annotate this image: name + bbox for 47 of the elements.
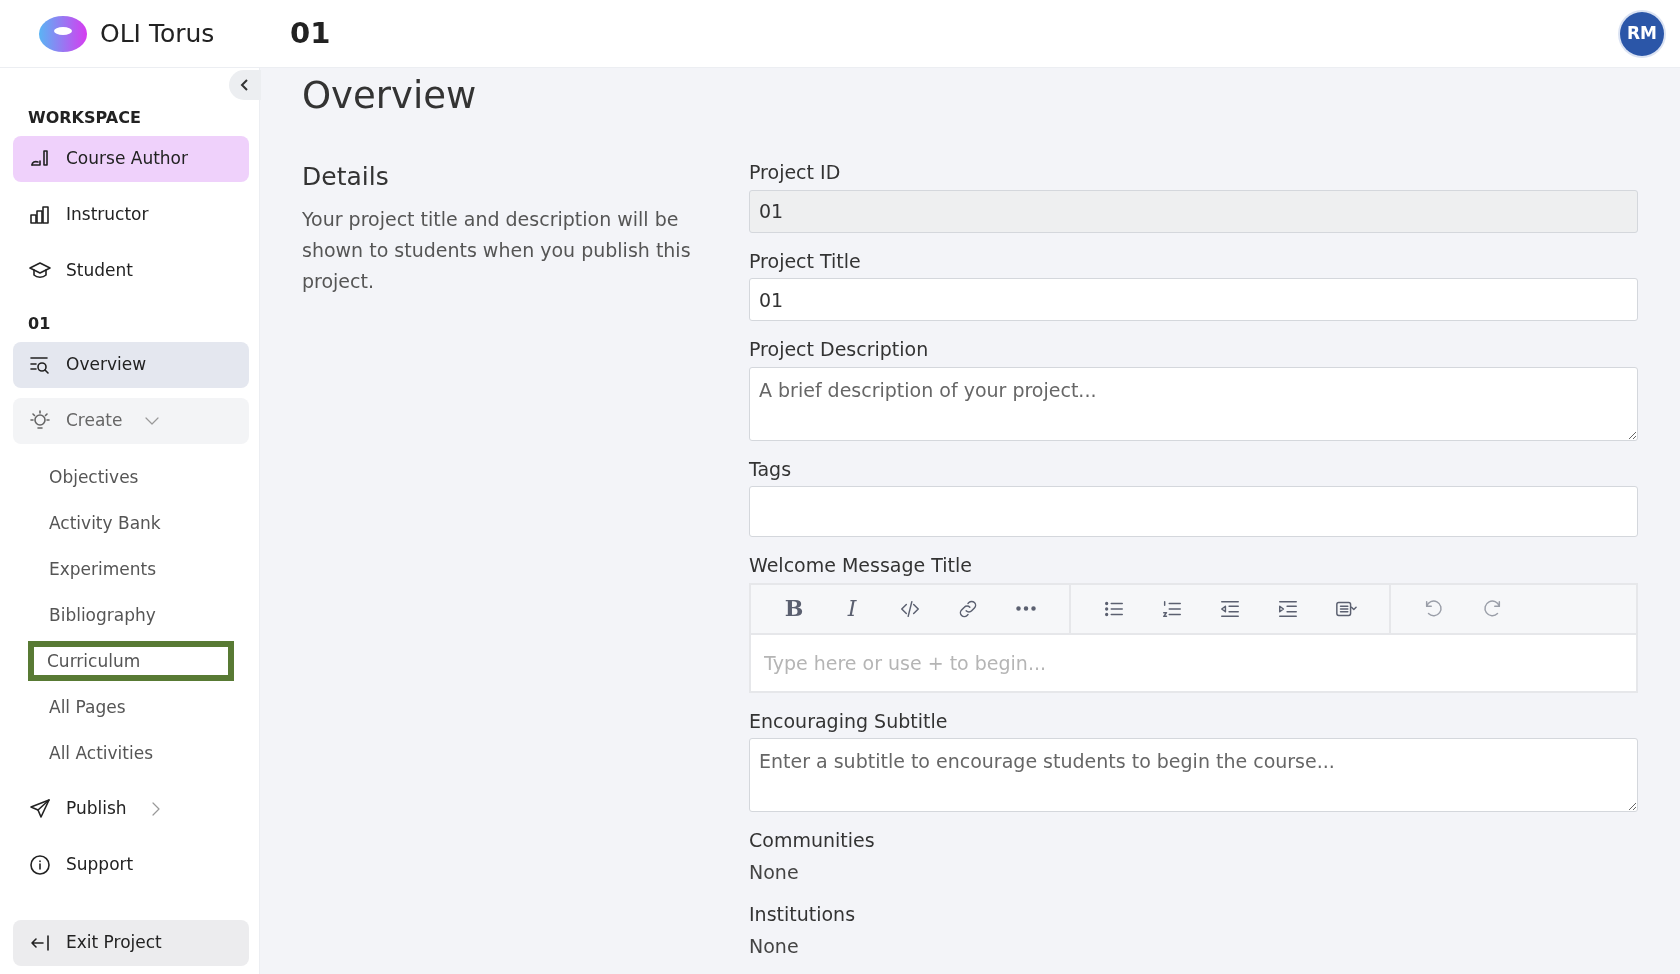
tags-input-field[interactable] (749, 486, 1638, 538)
field-label: Encouraging Subtitle (749, 708, 949, 734)
torus-logo-icon (38, 14, 88, 53)
brand-name[interactable]: OLI Torus (100, 14, 215, 53)
section-heading: 01 (27, 313, 52, 335)
sidebar-item[interactable]: Overview (13, 342, 249, 388)
sidebar-subitem[interactable]: All Activities (13, 730, 247, 776)
field-label: Tags (749, 456, 793, 482)
collapse-button[interactable] (229, 70, 261, 100)
field-label: Project ID (749, 160, 842, 186)
sidebar-subitem[interactable]: Curriculum (25, 638, 237, 684)
field-label: Communities (749, 828, 876, 854)
sidebar-subitem[interactable]: Objectives (13, 454, 247, 500)
textarea-field[interactable]: Enter a subtitle to encourage students to begin the course... (749, 738, 1638, 813)
sidebar-subitem[interactable]: Bibliography (13, 592, 247, 638)
exit-project-button[interactable]: Exit Project (13, 920, 249, 966)
sidebar-item[interactable]: Student (13, 248, 249, 294)
info-icon (28, 853, 52, 877)
field-label: Project Title (749, 248, 862, 274)
rich-text-editor[interactable]: B I Type here or use + to begin... (749, 582, 1638, 693)
paper-plane-icon (28, 797, 52, 821)
sidebar-item[interactable]: Create (13, 398, 249, 444)
bold-button[interactable]: B (765, 588, 823, 629)
italic-button[interactable]: I (823, 588, 881, 629)
page-title: Overview (302, 74, 478, 119)
sidebar-subitem[interactable]: All Pages (13, 684, 247, 730)
more-icon (1015, 606, 1037, 612)
field-value: None (749, 933, 800, 959)
field-label: Welcome Message Title (749, 553, 973, 579)
field-value: None (749, 859, 800, 885)
section-heading: WORKSPACE (27, 107, 142, 129)
user-avatar[interactable]: RM (1620, 11, 1664, 56)
section-title: Details (302, 161, 390, 194)
bar-chart-icon (28, 203, 52, 227)
text-input-field[interactable]: 01 (749, 278, 1638, 322)
sidebar-subitem[interactable]: Experiments (13, 546, 247, 592)
project-title: 01 (290, 14, 331, 52)
section-description: Your project title and description will be shown to students when you publish this project. (302, 206, 692, 294)
field-label: Institutions (749, 902, 857, 928)
sidebar-item[interactable]: Support (13, 842, 249, 888)
sidebar-item[interactable]: Instructor (13, 192, 249, 238)
sidebar-item[interactable]: Course Author (13, 136, 249, 182)
sidebar-subitem[interactable]: Activity Bank (13, 500, 247, 546)
chevron-left-icon (240, 79, 250, 91)
sidebar-item[interactable]: Publish (13, 786, 249, 832)
field-label: Project Description (749, 337, 930, 363)
textarea-field[interactable]: A brief description of your project... (749, 366, 1638, 441)
